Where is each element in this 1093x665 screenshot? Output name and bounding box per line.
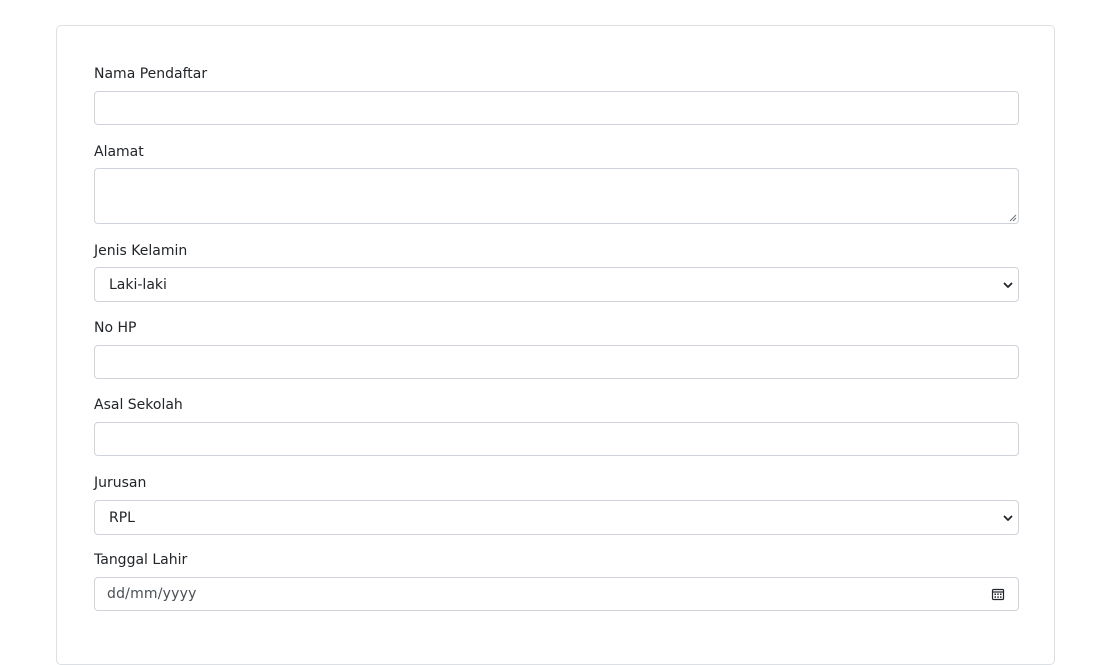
no-hp-label: No HP (94, 320, 137, 336)
jurusan-label: Jurusan (94, 475, 147, 491)
jenis-kelamin-select[interactable]: Laki-laki (94, 267, 1019, 302)
no-hp-input[interactable] (94, 345, 1019, 379)
jurusan-select[interactable]: RPL (94, 500, 1019, 535)
asal-sekolah-label: Asal Sekolah (94, 397, 183, 413)
asal-sekolah-input[interactable] (94, 422, 1019, 456)
chevron-down-icon (1003, 515, 1013, 521)
registration-form-card: Nama Pendaftar Alamat Jenis Kelamin Laki… (56, 25, 1055, 665)
alamat-field-wrapper (94, 168, 1019, 224)
chevron-down-icon (1003, 282, 1013, 288)
alamat-label: Alamat (94, 144, 144, 160)
tanggal-lahir-label: Tanggal Lahir (94, 552, 188, 568)
nama-pendaftar-label: Nama Pendaftar (94, 66, 208, 82)
jenis-kelamin-selected-value: Laki-laki (109, 276, 167, 293)
alamat-textarea[interactable] (94, 168, 1019, 224)
tanggal-lahir-date-input[interactable]: dd/mm/yyyy (94, 577, 1019, 611)
calendar-icon[interactable] (991, 587, 1005, 601)
date-placeholder: dd/mm/yyyy (107, 586, 197, 602)
jurusan-selected-value: RPL (109, 509, 135, 526)
jenis-kelamin-label: Jenis Kelamin (94, 243, 188, 259)
nama-pendaftar-input[interactable] (94, 91, 1019, 125)
